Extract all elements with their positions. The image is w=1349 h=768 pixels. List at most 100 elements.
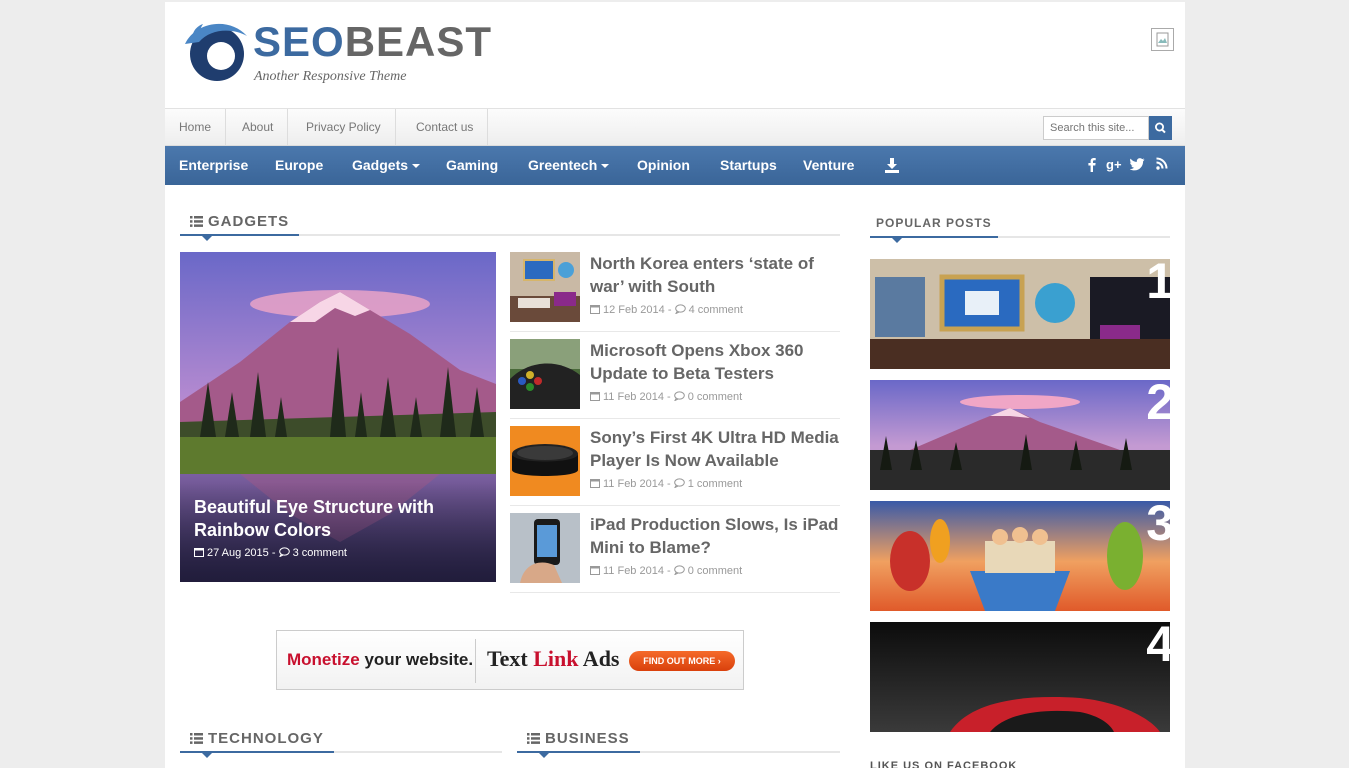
search-button[interactable]: [1149, 116, 1172, 140]
popular-posts-heading: POPULAR POSTS: [870, 214, 998, 243]
nav-europe[interactable]: Europe: [275, 146, 323, 185]
site-title[interactable]: SEOBEAST: [253, 18, 492, 66]
featured-title[interactable]: Beautiful Eye Structure with Rainbow Col…: [194, 496, 482, 542]
calendar-icon: [590, 566, 600, 575]
ad-ads-word: Ads: [578, 646, 620, 671]
popular-post-3[interactable]: 3: [870, 501, 1170, 611]
nav-opinion[interactable]: Opinion: [637, 146, 690, 185]
search-icon: [1155, 122, 1166, 134]
search-input[interactable]: [1043, 116, 1149, 140]
gadgets-section-header: GADGETS: [180, 212, 840, 241]
business-section-header: BUSINESS: [517, 729, 840, 758]
twitter-icon[interactable]: [1129, 157, 1145, 176]
popular-post-1[interactable]: 1: [870, 259, 1170, 369]
popular-posts-heading-label: POPULAR POSTS: [876, 216, 992, 230]
technology-heading[interactable]: TECHNOLOGY: [180, 729, 334, 758]
featured-meta: 27 Aug 2015 - 3 comment: [194, 547, 482, 559]
popular-post-4[interactable]: 4: [870, 622, 1170, 732]
facebook-icon[interactable]: [1087, 157, 1096, 177]
article-title[interactable]: iPad Production Slows, Is iPad Mini to B…: [590, 513, 842, 559]
comment-icon: [673, 478, 685, 488]
popular-posts-header: POPULAR POSTS: [870, 214, 1170, 243]
ad-button-label: FIND OUT MORE: [643, 656, 716, 666]
article-thumbnail[interactable]: [510, 252, 580, 322]
heading-pointer: [892, 238, 902, 243]
article-date: 11 Feb 2014: [603, 565, 664, 577]
article-meta: 11 Feb 2014 - 0 comment: [590, 391, 742, 403]
site-title-part1: SEO: [253, 18, 345, 65]
article-comments[interactable]: 4 comment: [689, 304, 743, 316]
featured-comments[interactable]: 3 comment: [293, 547, 347, 559]
popular-post-image: [870, 501, 1170, 611]
ad-link-word: Link: [533, 646, 579, 671]
nav-startups[interactable]: Startups: [720, 146, 777, 185]
topnav-home[interactable]: Home: [165, 109, 227, 146]
download-icon[interactable]: [884, 157, 900, 178]
comment-icon: [673, 391, 685, 401]
topnav-about[interactable]: About: [228, 109, 289, 146]
ad-text-link-ads: Text Link Ads: [487, 646, 620, 672]
article-item: Microsoft Opens Xbox 360 Update to Beta …: [510, 339, 840, 419]
article-comments[interactable]: 0 comment: [688, 565, 742, 577]
google-plus-icon[interactable]: g+: [1106, 157, 1122, 177]
ad-text-monetize: Monetize your website.: [287, 650, 473, 670]
featured-caption: Beautiful Eye Structure with Rainbow Col…: [180, 482, 496, 582]
featured-date: 27 Aug 2015: [207, 547, 269, 559]
ad-banner[interactable]: Monetize your website. Text Link Ads FIN…: [276, 630, 744, 690]
article-title[interactable]: Microsoft Opens Xbox 360 Update to Beta …: [590, 339, 842, 385]
topnav-contact-us[interactable]: Contact us: [402, 109, 489, 146]
rss-icon[interactable]: [1156, 157, 1168, 175]
list-icon: [190, 733, 203, 744]
comment-icon: [674, 304, 686, 314]
list-icon: [527, 733, 540, 744]
popular-post-2[interactable]: 2: [870, 380, 1170, 490]
business-heading[interactable]: BUSINESS: [517, 729, 640, 758]
nav-venture[interactable]: Venture: [803, 146, 854, 185]
nav-greentech-label: Greentech: [528, 157, 598, 173]
calendar-icon: [590, 305, 600, 314]
gadgets-heading[interactable]: GADGETS: [180, 212, 300, 241]
ad-text-word: Text: [487, 646, 534, 671]
nav-greentech[interactable]: Greentech: [528, 146, 610, 185]
gadgets-heading-label: GADGETS: [208, 213, 290, 230]
article-date: 11 Feb 2014: [603, 478, 664, 490]
nav-enterprise[interactable]: Enterprise: [179, 146, 248, 185]
site-title-part2: BEAST: [344, 18, 493, 65]
like-us-heading: LIKE US ON FACEBOOK: [870, 760, 1018, 768]
popular-post-image: [870, 380, 1170, 490]
topnav-privacy-policy[interactable]: Privacy Policy: [292, 109, 396, 146]
article-comments[interactable]: 1 comment: [688, 478, 742, 490]
article-meta: 11 Feb 2014 - 1 comment: [590, 478, 742, 490]
calendar-icon: [590, 392, 600, 401]
article-date: 12 Feb 2014: [603, 304, 665, 316]
article-title[interactable]: North Korea enters ‘state of war’ with S…: [590, 252, 842, 298]
list-icon: [190, 216, 203, 227]
page-container: SEOBEAST Another Responsive Theme Home A…: [165, 2, 1185, 768]
site-header: SEOBEAST Another Responsive Theme: [165, 2, 1185, 108]
article-item: Sony’s First 4K Ultra HD Media Player Is…: [510, 426, 840, 506]
popular-rank: 2: [1146, 380, 1170, 430]
chevron-down-icon: [601, 164, 610, 169]
technology-heading-label: TECHNOLOGY: [208, 730, 324, 747]
featured-post[interactable]: Beautiful Eye Structure with Rainbow Col…: [180, 252, 496, 582]
article-title[interactable]: Sony’s First 4K Ultra HD Media Player Is…: [590, 426, 842, 472]
calendar-icon: [590, 479, 600, 488]
business-heading-label: BUSINESS: [545, 730, 630, 747]
ad-find-out-more-button[interactable]: FIND OUT MORE ›: [629, 651, 735, 671]
ad-monetize-rest: your website.: [359, 650, 474, 669]
article-meta: 11 Feb 2014 - 0 comment: [590, 565, 742, 577]
article-meta: 12 Feb 2014 - 4 comment: [590, 304, 743, 316]
heading-pointer: [202, 753, 212, 758]
nav-gadgets[interactable]: Gadgets: [352, 146, 421, 185]
popular-rank: 3: [1146, 501, 1170, 551]
article-thumbnail[interactable]: [510, 339, 580, 409]
article-thumbnail[interactable]: [510, 426, 580, 496]
popular-post-image: [870, 622, 1170, 732]
article-comments[interactable]: 0 comment: [688, 391, 742, 403]
broken-image-icon[interactable]: [1151, 28, 1174, 51]
nav-gaming[interactable]: Gaming: [446, 146, 498, 185]
heading-pointer: [539, 753, 549, 758]
logo-icon[interactable]: [181, 18, 251, 84]
article-thumbnail[interactable]: [510, 513, 580, 583]
popular-post-image: [870, 259, 1170, 369]
